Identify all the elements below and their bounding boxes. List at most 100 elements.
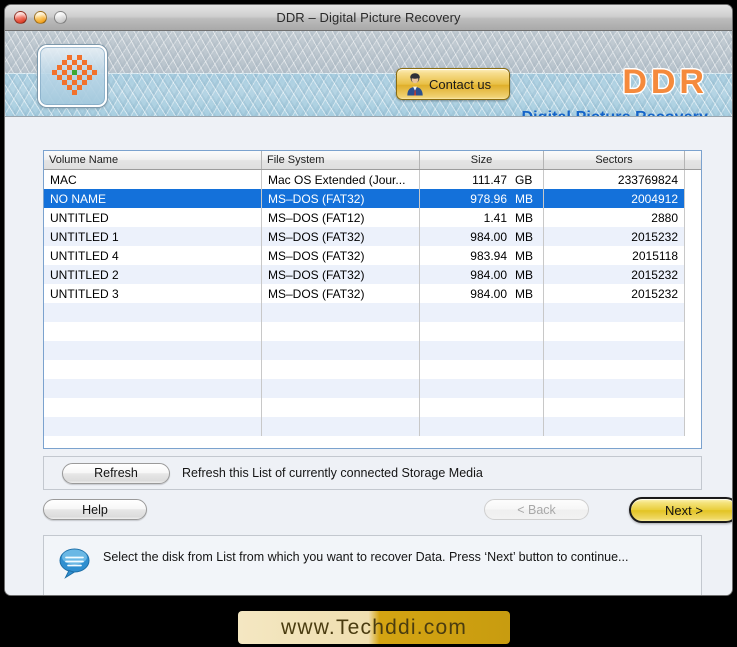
table-row[interactable]: MAC Mac OS Extended (Jour... 111.47 GB 23376… xyxy=(44,170,701,189)
cell-volume-name: MAC xyxy=(44,170,262,189)
cell-empty xyxy=(544,398,685,417)
cell-empty xyxy=(44,398,262,417)
cell-empty xyxy=(262,398,420,417)
window-title: DDR – Digital Picture Recovery xyxy=(276,10,461,25)
brand-wordmark: DDR xyxy=(622,63,708,101)
column-header-volume-name[interactable]: Volume Name xyxy=(44,151,262,169)
cell-empty xyxy=(420,379,544,398)
cell-empty xyxy=(44,360,262,379)
cell-sectors: 2004912 xyxy=(544,189,685,208)
cell-empty xyxy=(544,379,685,398)
cell-size: 983.94 MB xyxy=(420,246,544,265)
column-header-gutter xyxy=(685,151,701,169)
next-button[interactable]: Next > xyxy=(629,497,732,523)
table-body: MAC Mac OS Extended (Jour... 111.47 GB 23376… xyxy=(44,170,701,448)
table-row-empty[interactable] xyxy=(44,303,701,322)
header-banner: Contact us DDR Digital Picture Recovery xyxy=(5,31,732,117)
cell-empty xyxy=(262,322,420,341)
cell-size: 984.00 MB xyxy=(420,284,544,303)
application-window: DDR – Digital Picture Recovery Contact u… xyxy=(4,4,733,596)
refresh-button[interactable]: Refresh xyxy=(62,462,170,484)
help-button[interactable]: Help xyxy=(43,499,147,520)
cell-empty xyxy=(685,360,701,379)
cell-size: 984.00 MB xyxy=(420,265,544,284)
cell-volume-name: UNTITLED xyxy=(44,208,262,227)
cell-empty xyxy=(544,360,685,379)
cell-size: 111.47 GB xyxy=(420,170,544,189)
cell-empty xyxy=(262,417,420,436)
table-row-empty[interactable] xyxy=(44,322,701,341)
cell-empty xyxy=(44,322,262,341)
cell-file-system: MS–DOS (FAT32) xyxy=(262,265,420,284)
cell-size: 978.96 MB xyxy=(420,189,544,208)
column-header-file-system[interactable]: File System xyxy=(262,151,420,169)
cell-gutter xyxy=(685,284,701,303)
cell-empty xyxy=(44,379,262,398)
cell-sectors: 2015232 xyxy=(544,227,685,246)
person-icon xyxy=(407,73,423,96)
table-row-empty[interactable] xyxy=(44,360,701,379)
cell-file-system: Mac OS Extended (Jour... xyxy=(262,170,420,189)
cell-volume-name: UNTITLED 1 xyxy=(44,227,262,246)
cell-empty xyxy=(685,303,701,322)
cell-empty xyxy=(544,341,685,360)
table-row[interactable]: UNTITLED 1 MS–DOS (FAT32) 984.00 MB 2015232 xyxy=(44,227,701,246)
back-button: < Back xyxy=(484,499,589,520)
table-row-empty[interactable] xyxy=(44,341,701,360)
cell-size: 984.00 MB xyxy=(420,227,544,246)
cell-empty xyxy=(544,417,685,436)
column-header-sectors[interactable]: Sectors xyxy=(544,151,685,169)
navigation-row: Help < Back Next > xyxy=(43,497,732,523)
cell-volume-name: UNTITLED 3 xyxy=(44,284,262,303)
content-area: Volume Name File System Size Sectors MAC… xyxy=(5,118,732,595)
cell-empty xyxy=(420,341,544,360)
cell-empty xyxy=(420,322,544,341)
cell-empty xyxy=(685,379,701,398)
cell-empty xyxy=(262,341,420,360)
table-row[interactable]: UNTITLED MS–DOS (FAT12) 1.41 MB 2880 xyxy=(44,208,701,227)
cell-empty xyxy=(685,398,701,417)
table-header-row: Volume Name File System Size Sectors xyxy=(44,151,701,170)
table-row[interactable]: UNTITLED 2 MS–DOS (FAT32) 984.00 MB 2015232 xyxy=(44,265,701,284)
refresh-note: Refresh this List of currently connected… xyxy=(182,466,483,480)
brand-tagline: Digital Picture Recovery xyxy=(522,109,708,116)
table-row-empty[interactable] xyxy=(44,398,701,417)
table-row[interactable]: UNTITLED 3 MS–DOS (FAT32) 984.00 MB 2015232 xyxy=(44,284,701,303)
volume-table[interactable]: Volume Name File System Size Sectors MAC… xyxy=(43,150,702,449)
cell-empty xyxy=(685,322,701,341)
contact-us-button[interactable]: Contact us xyxy=(396,68,510,100)
cell-empty xyxy=(685,341,701,360)
cell-empty xyxy=(544,322,685,341)
cell-file-system: MS–DOS (FAT32) xyxy=(262,189,420,208)
cell-empty xyxy=(44,417,262,436)
cell-sectors: 2880 xyxy=(544,208,685,227)
cell-sectors: 233769824 xyxy=(544,170,685,189)
cell-file-system: MS–DOS (FAT32) xyxy=(262,246,420,265)
cell-empty xyxy=(262,303,420,322)
speech-bubble-icon xyxy=(59,548,90,579)
title-bar: DDR – Digital Picture Recovery xyxy=(5,5,732,31)
cell-volume-name: UNTITLED 4 xyxy=(44,246,262,265)
cell-gutter xyxy=(685,227,701,246)
cell-gutter xyxy=(685,265,701,284)
status-message: Select the disk from List from which you… xyxy=(103,550,629,564)
cell-gutter xyxy=(685,189,701,208)
table-row[interactable]: NO NAME MS–DOS (FAT32) 978.96 MB 2004912 xyxy=(44,189,701,208)
cell-empty xyxy=(262,379,420,398)
cell-empty xyxy=(420,360,544,379)
cell-file-system: MS–DOS (FAT32) xyxy=(262,284,420,303)
cell-empty xyxy=(544,303,685,322)
watermark-badge: www.Techddi.com xyxy=(238,611,510,644)
app-icon-tile xyxy=(38,45,107,107)
refresh-panel: Refresh Refresh this List of currently c… xyxy=(43,456,702,490)
cell-empty xyxy=(44,303,262,322)
contact-us-label: Contact us xyxy=(429,76,492,92)
table-row[interactable]: UNTITLED 4 MS–DOS (FAT32) 983.94 MB 2015118 xyxy=(44,246,701,265)
cell-empty xyxy=(420,398,544,417)
table-row-empty[interactable] xyxy=(44,417,701,436)
column-header-size[interactable]: Size xyxy=(420,151,544,169)
table-row-empty[interactable] xyxy=(44,379,701,398)
cell-empty xyxy=(420,417,544,436)
cell-gutter xyxy=(685,208,701,227)
cell-sectors: 2015232 xyxy=(544,265,685,284)
